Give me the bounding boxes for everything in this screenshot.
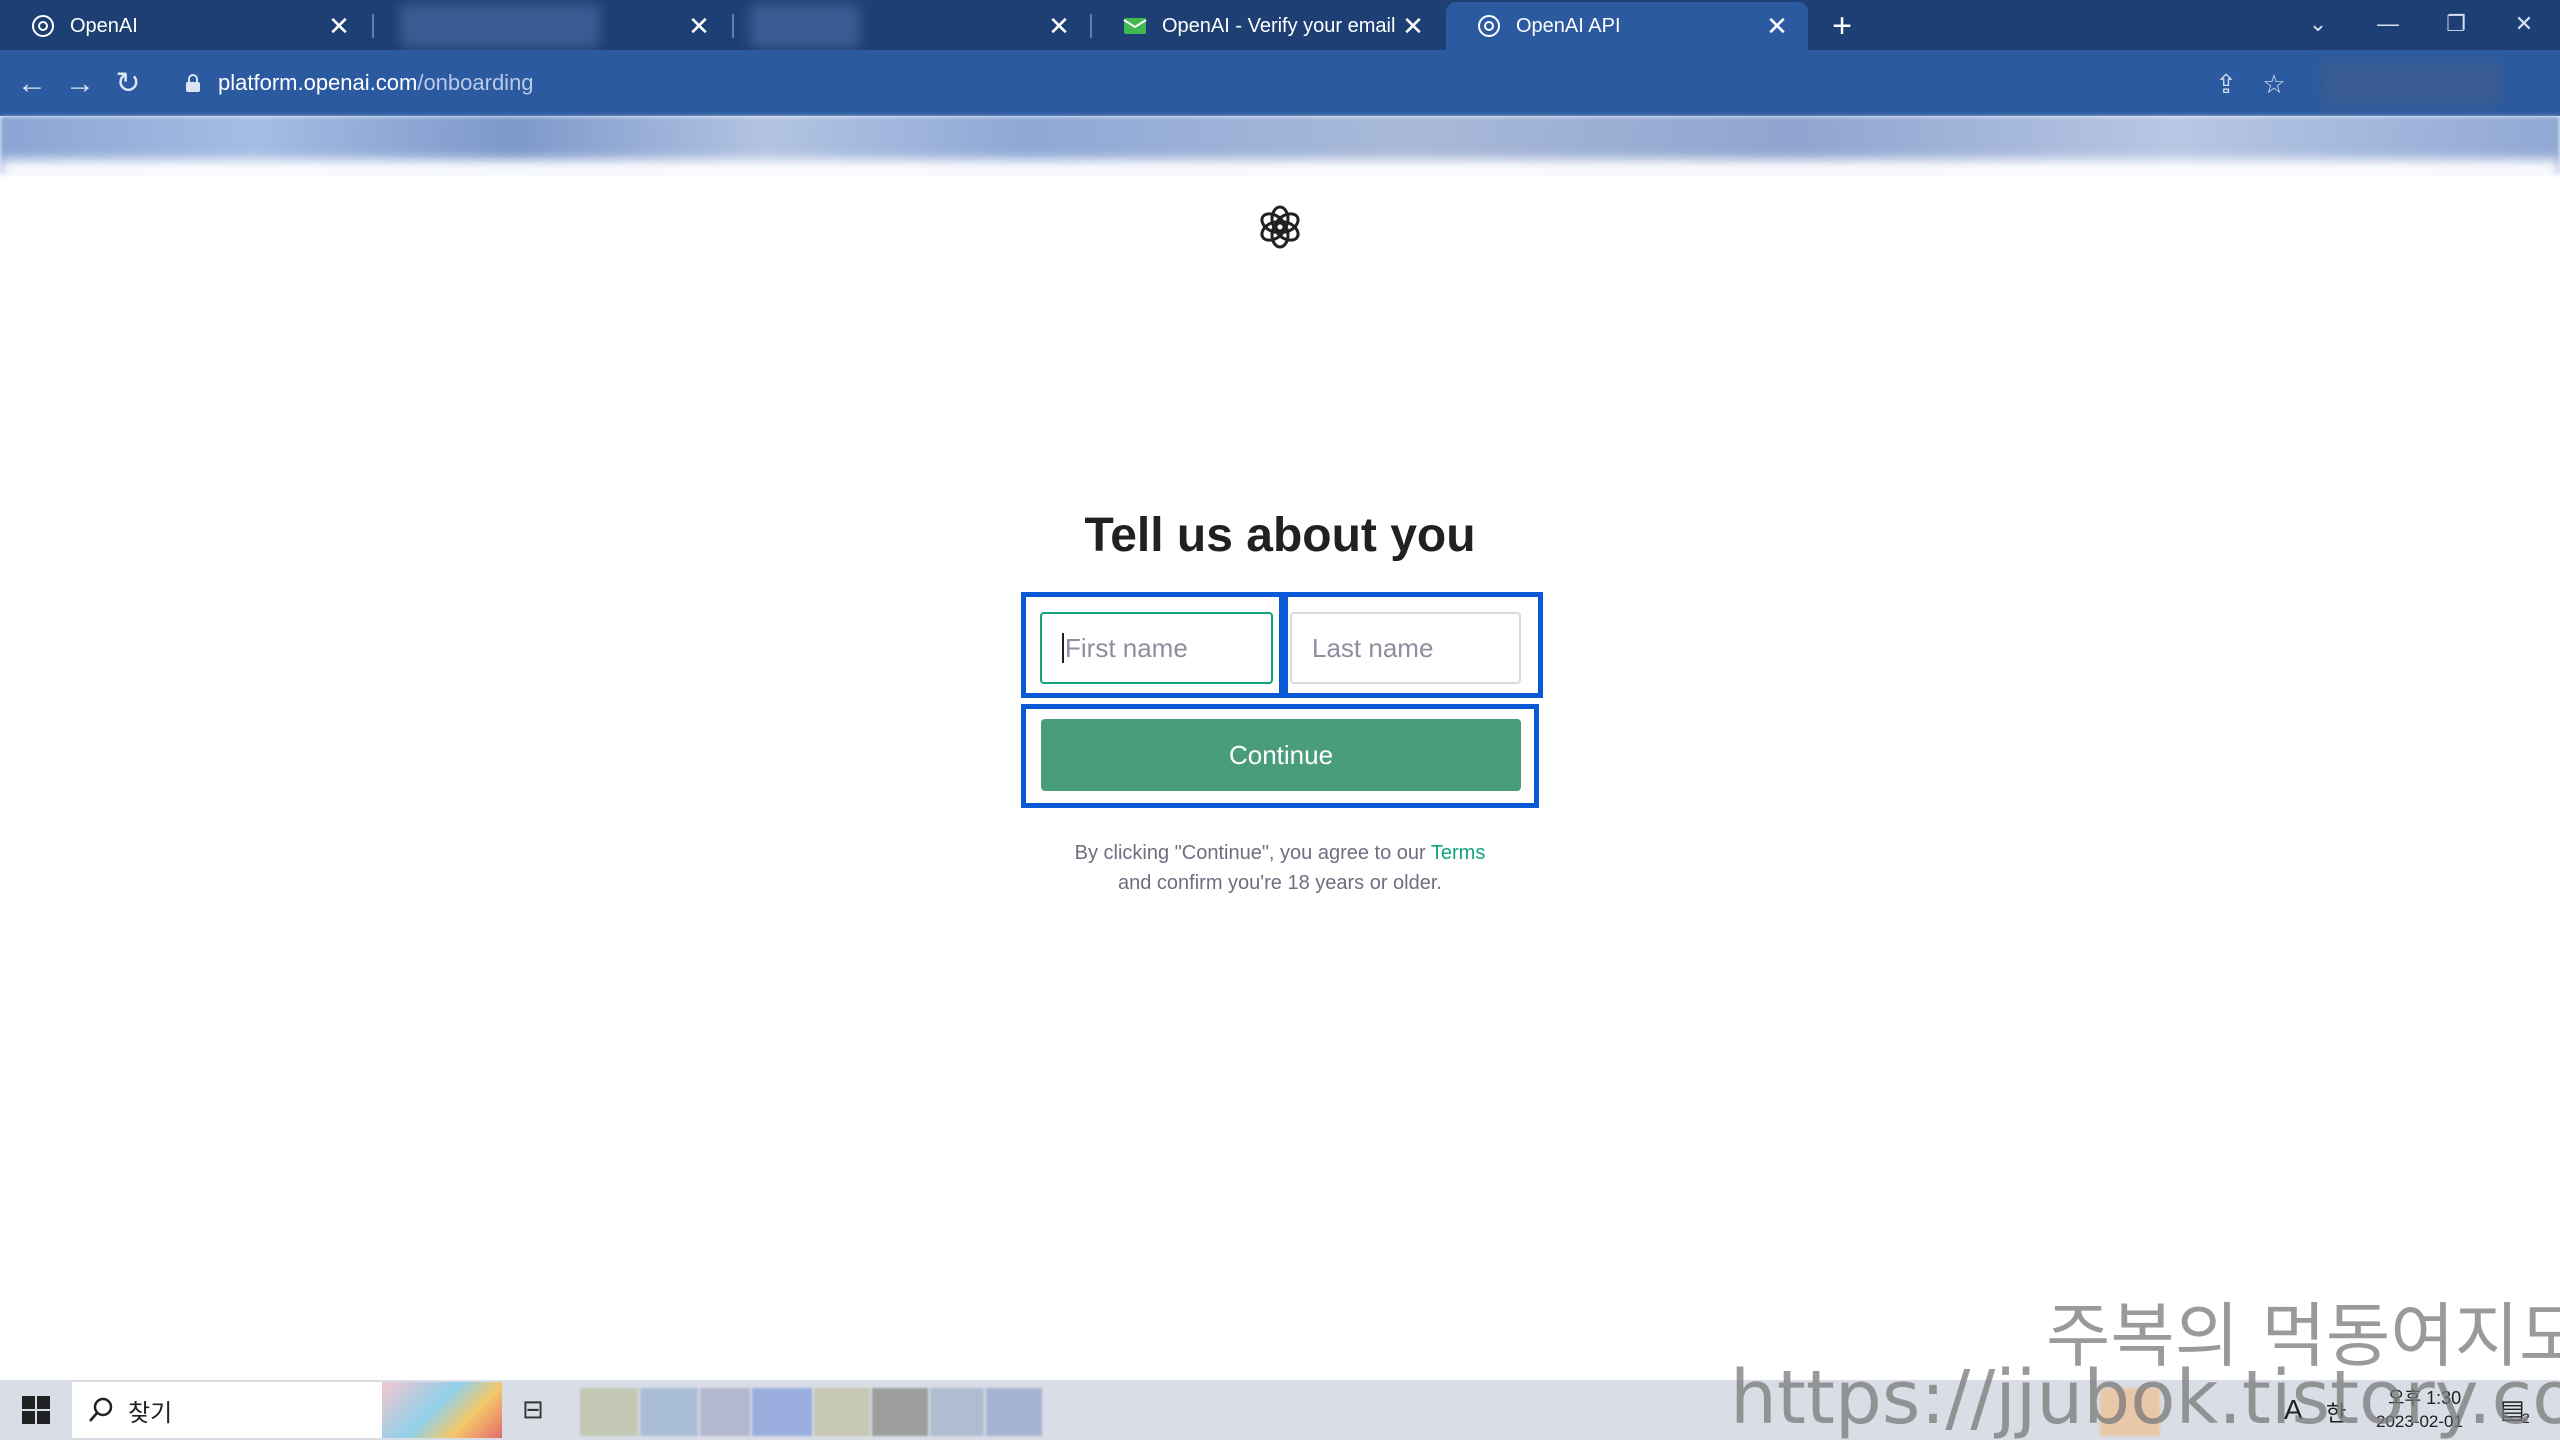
- taskbar-app-icon[interactable]: [814, 1388, 870, 1436]
- mail-favicon-icon: [1122, 13, 1148, 39]
- tab-search-chevron-icon[interactable]: ⌄: [2290, 4, 2346, 44]
- terms-link[interactable]: Terms: [1431, 842, 1485, 864]
- windows-start-icon[interactable]: [22, 1396, 50, 1424]
- address-bar[interactable]: platform.openai.com/onboarding: [160, 58, 2300, 108]
- continue-button[interactable]: Continue: [1041, 719, 1521, 791]
- text-caret: [1062, 633, 1064, 663]
- new-tab-button[interactable]: +: [1822, 6, 1862, 46]
- lock-icon: [186, 74, 200, 92]
- openai-logo-icon: [1260, 205, 1300, 249]
- close-icon[interactable]: ✕: [1044, 13, 1074, 39]
- tab-openai[interactable]: OpenAI ✕: [0, 2, 370, 50]
- search-icon: [89, 1397, 113, 1422]
- close-icon[interactable]: ✕: [1398, 13, 1428, 39]
- reload-icon[interactable]: ↻: [106, 62, 150, 106]
- openai-favicon-icon: [30, 13, 56, 39]
- tab-openai-api[interactable]: OpenAI API ✕: [1446, 2, 1808, 50]
- close-icon[interactable]: ✕: [684, 13, 714, 39]
- share-icon[interactable]: ⇪: [2204, 62, 2248, 106]
- browser-tab-strip: OpenAI ✕ ✕ ✕ OpenAI - Verify your email …: [0, 0, 2560, 50]
- taskbar-app-icon[interactable]: [986, 1388, 1042, 1436]
- tab-title: OpenAI - Verify your email: [1162, 14, 1396, 37]
- search-text: 찾기: [128, 1399, 173, 1427]
- bookmark-star-icon[interactable]: ☆: [2252, 62, 2296, 106]
- restore-button[interactable]: ❐: [2428, 4, 2484, 44]
- first-name-input[interactable]: First name: [1040, 612, 1273, 684]
- taskbar-app-icon[interactable]: [872, 1388, 928, 1436]
- taskbar-app-icon[interactable]: [752, 1388, 812, 1436]
- url-host: platform.openai.com: [218, 70, 418, 95]
- minimize-button[interactable]: —: [2360, 4, 2416, 44]
- blurred-area: [750, 4, 860, 48]
- back-arrow-icon[interactable]: ←: [10, 62, 54, 106]
- watermark-blog-url: https://jjubok.tistory.com: [1730, 1355, 2560, 1441]
- last-name-input[interactable]: Last name: [1290, 612, 1521, 684]
- taskbar-app-icon[interactable]: [640, 1388, 698, 1436]
- close-icon[interactable]: ✕: [324, 13, 354, 39]
- browser-toolbar: ← → ↻ platform.openai.com/onboarding ⇪ ☆: [0, 50, 2560, 116]
- first-name-placeholder: First name: [1065, 632, 1188, 663]
- close-window-button[interactable]: ✕: [2496, 4, 2552, 44]
- taskbar-app-icon[interactable]: [930, 1388, 984, 1436]
- legal-line2: and confirm you're 18 years or older.: [1118, 872, 1442, 894]
- taskbar-app-icon[interactable]: [700, 1388, 750, 1436]
- last-name-placeholder: Last name: [1312, 632, 1434, 663]
- bookmarks-fade: [0, 160, 2560, 180]
- taskbar-search-box[interactable]: 찾기: [72, 1382, 502, 1438]
- tab-title: OpenAI API: [1516, 14, 1621, 37]
- url-path: /onboarding: [417, 70, 534, 95]
- page-title: Tell us about you: [1084, 509, 1476, 562]
- tab-title: OpenAI: [70, 14, 138, 37]
- blurred-area: [400, 4, 600, 48]
- close-icon[interactable]: ✕: [1762, 13, 1792, 39]
- legal-notice: By clicking "Continue", you agree to our…: [0, 838, 2560, 898]
- openai-favicon-icon: [1476, 13, 1502, 39]
- task-view-icon[interactable]: ⊟: [522, 1394, 558, 1426]
- blurred-extensions: [2320, 60, 2500, 106]
- tab-verify-email[interactable]: OpenAI - Verify your email ✕: [1092, 2, 1444, 50]
- legal-line1: By clicking "Continue", you agree to our: [1074, 842, 1431, 864]
- taskbar-app-icon[interactable]: [580, 1388, 638, 1436]
- search-highlight-image: [382, 1382, 502, 1438]
- forward-arrow-icon[interactable]: →: [58, 62, 102, 106]
